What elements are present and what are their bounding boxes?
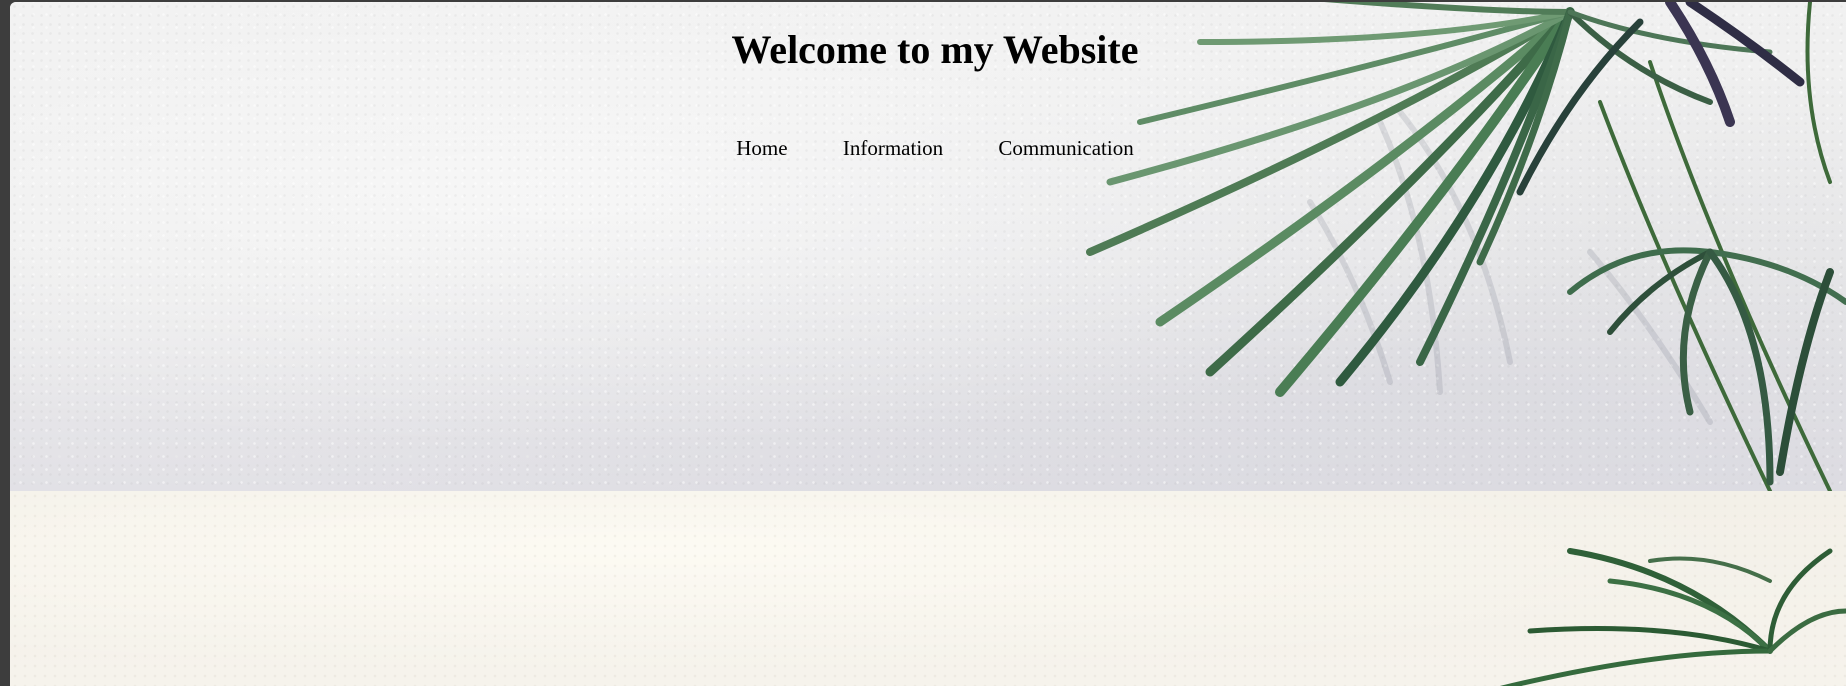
wall-texture xyxy=(10,2,1846,491)
page-title: Welcome to my Website xyxy=(731,27,1139,72)
nav-link-information[interactable]: Information xyxy=(843,138,943,159)
nav-link-communication[interactable]: Communication xyxy=(998,138,1133,159)
second-section xyxy=(10,491,1846,686)
main-nav: Home Information Communication xyxy=(10,138,1846,159)
hero-section: Welcome to my Website Home Information C… xyxy=(10,2,1846,491)
wall-texture xyxy=(10,491,1846,686)
browser-frame: Welcome to my Website Home Information C… xyxy=(0,0,1846,686)
nav-link-home[interactable]: Home xyxy=(736,138,787,159)
page-viewport: Welcome to my Website Home Information C… xyxy=(10,2,1846,686)
